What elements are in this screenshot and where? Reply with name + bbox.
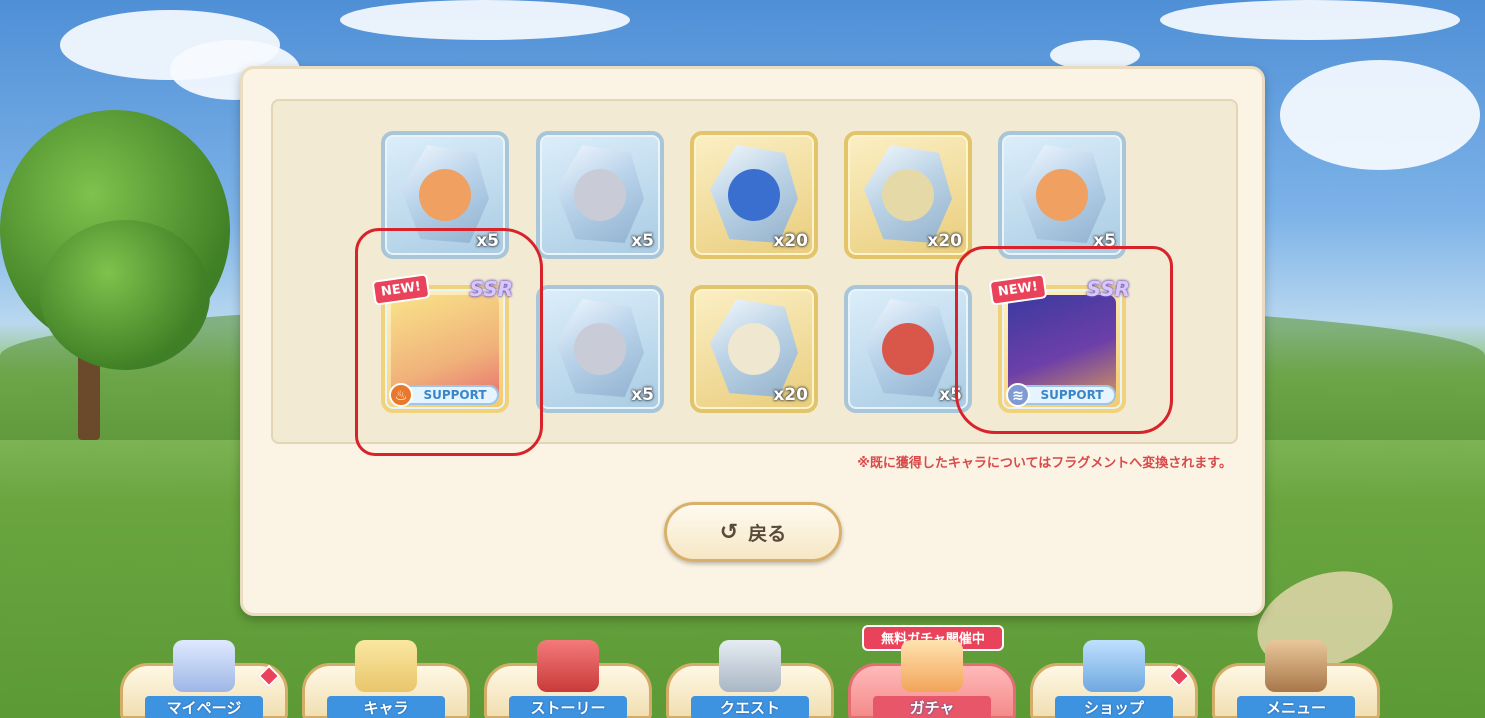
result-card-5[interactable]: x5 (998, 131, 1126, 259)
bag-icon (1265, 640, 1327, 692)
nav-label: ショップ (1055, 696, 1173, 718)
character-icon (355, 640, 417, 692)
result-card-9[interactable]: x5 (844, 285, 972, 413)
nav-label: ガチャ (873, 696, 991, 718)
nav-label: キャラ (327, 696, 445, 718)
cloud (1160, 0, 1460, 40)
back-button-label: 戻る (748, 522, 787, 545)
character-face (728, 323, 780, 375)
quantity-label: x5 (631, 231, 654, 251)
nav-label: メニュー (1237, 696, 1355, 718)
annotation-circle-right (955, 246, 1173, 434)
notification-dot (1167, 664, 1191, 688)
undo-arrow-icon: ↺ (719, 519, 739, 545)
swords-icon (719, 640, 781, 692)
gacha-icon (901, 640, 963, 692)
nav-quest[interactable]: クエスト (666, 640, 834, 718)
nav-label: クエスト (691, 696, 809, 718)
result-card-8[interactable]: x20 (690, 285, 818, 413)
nav-menu[interactable]: メニュー (1212, 640, 1380, 718)
character-face (1036, 169, 1088, 221)
nav-chara[interactable]: キャラ (302, 640, 470, 718)
quantity-label: x20 (927, 231, 962, 251)
cloud (1280, 60, 1480, 170)
character-face (882, 323, 934, 375)
nav-mypage[interactable]: マイページ (120, 640, 288, 718)
nav-shop[interactable]: ショップ (1030, 640, 1198, 718)
nav-label: ストーリー (509, 696, 627, 718)
cloud (340, 0, 630, 40)
back-button[interactable]: ↺ 戻る (664, 502, 842, 562)
character-face (728, 169, 780, 221)
result-card-3[interactable]: x20 (690, 131, 818, 259)
quantity-label: x20 (773, 231, 808, 251)
tree-crown (40, 220, 210, 370)
result-card-7[interactable]: x5 (536, 285, 664, 413)
notification-dot (257, 664, 281, 688)
shop-icon (1083, 640, 1145, 692)
nav-gacha[interactable]: ガチャ (848, 640, 1016, 718)
character-face (882, 169, 934, 221)
annotation-circle-left (355, 228, 543, 456)
conversion-notice: ※既に獲得したキャラについてはフラグメントへ変換されます。 (857, 456, 1232, 471)
result-card-4[interactable]: x20 (844, 131, 972, 259)
nav-label: マイページ (145, 696, 263, 718)
character-face (419, 169, 471, 221)
castle-icon (173, 640, 235, 692)
result-card-2[interactable]: x5 (536, 131, 664, 259)
character-face (574, 323, 626, 375)
bottom-nav: 無料ガチャ開催中 マイページ キャラ ストーリー クエスト ガチャ ショップ メ… (0, 625, 1485, 718)
book-icon (537, 640, 599, 692)
character-face (574, 169, 626, 221)
quantity-label: x20 (773, 385, 808, 405)
nav-story[interactable]: ストーリー (484, 640, 652, 718)
quantity-label: x5 (631, 385, 654, 405)
